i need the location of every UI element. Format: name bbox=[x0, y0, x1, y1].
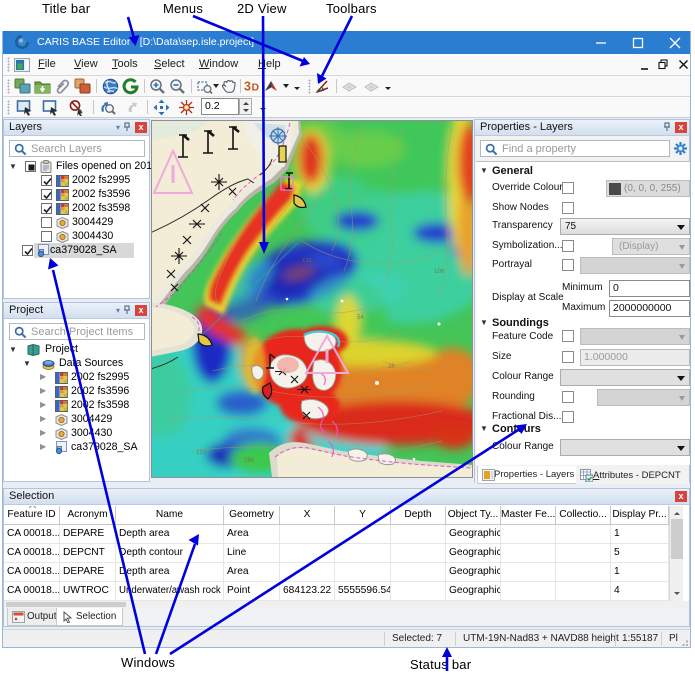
svg-text:54: 54 bbox=[357, 315, 364, 321]
svg-text:186: 186 bbox=[244, 458, 255, 464]
svg-text:106: 106 bbox=[434, 269, 445, 275]
svg-text:131: 131 bbox=[302, 258, 313, 264]
svg-text:D: D bbox=[252, 82, 260, 94]
svg-text:3: 3 bbox=[244, 80, 251, 94]
svg-text:28: 28 bbox=[388, 364, 395, 370]
svg-text:153: 153 bbox=[196, 450, 207, 456]
